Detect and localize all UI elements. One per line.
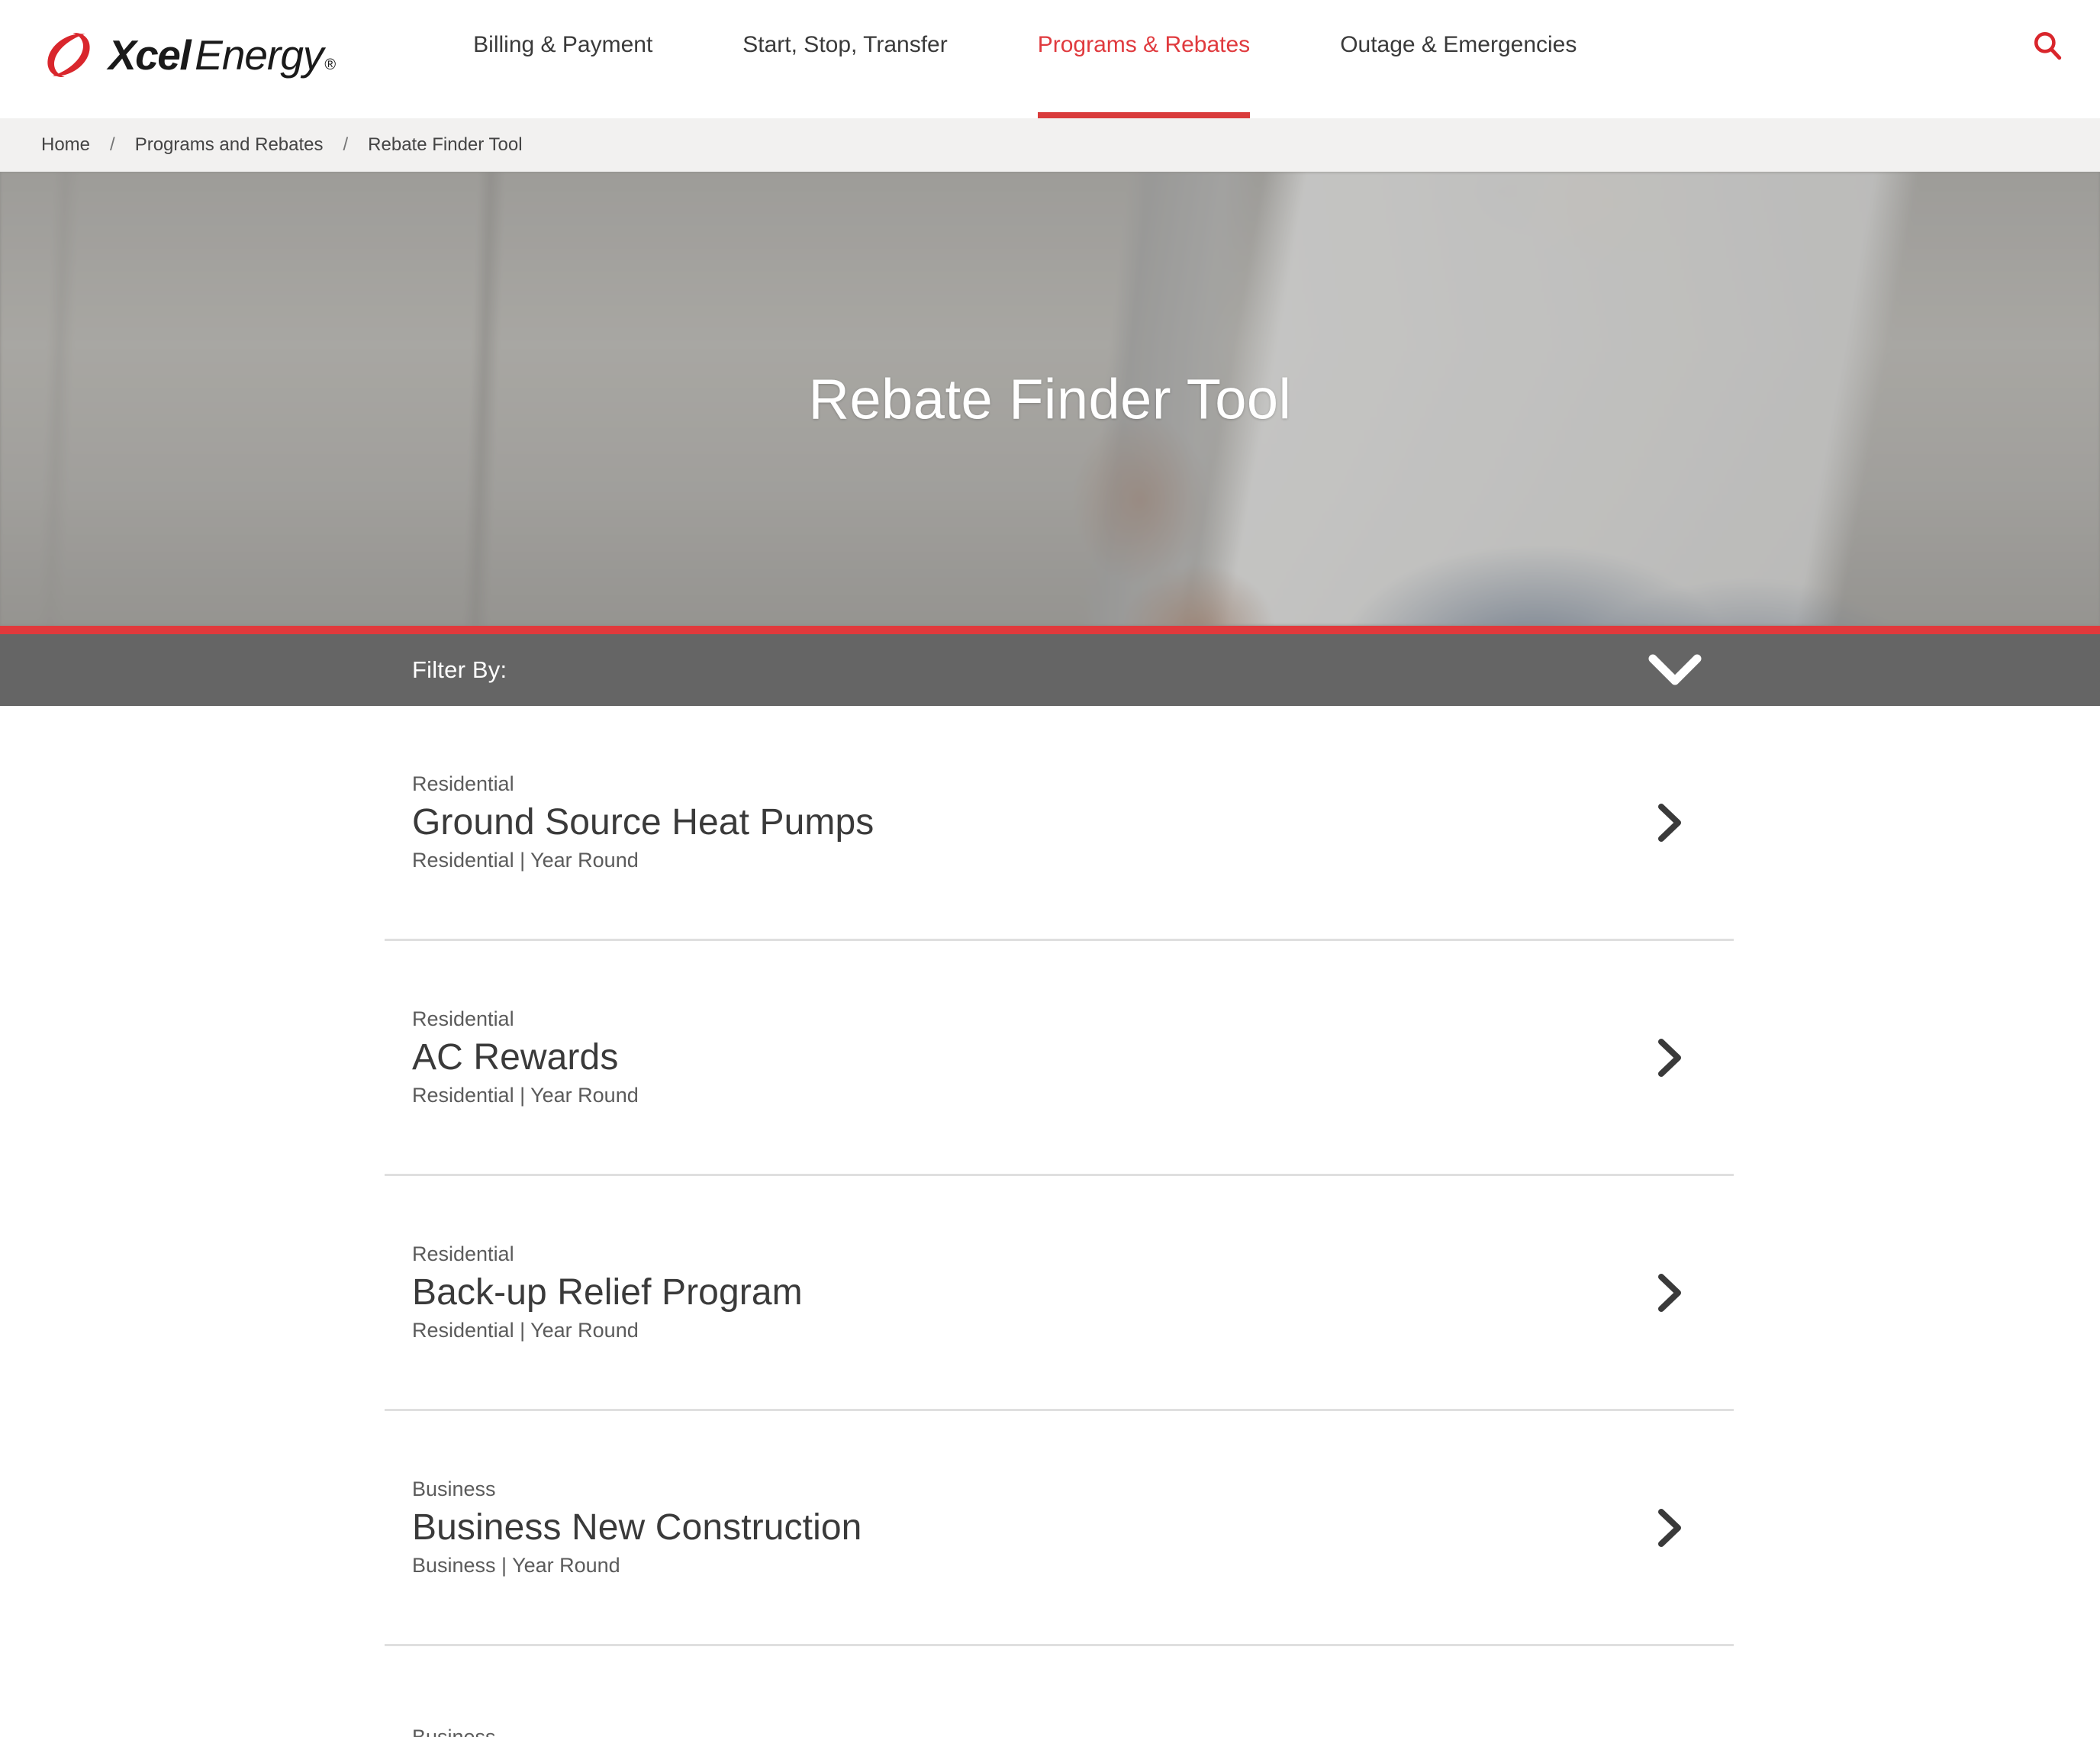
logo-word-energy: Energy	[195, 31, 324, 79]
site-header: Xcel Energy ® Billing & Payment Start, S…	[0, 0, 2100, 118]
logo-word-xcel: Xcel	[108, 31, 192, 79]
xcel-energy-swoosh-logo-icon	[40, 26, 98, 84]
breadcrumb-separator: /	[343, 134, 349, 155]
chevron-right-icon[interactable]	[1654, 1036, 1685, 1079]
list-item[interactable]: Residential Ground Source Heat Pumps Res…	[0, 706, 2100, 939]
nav-item-billing-payment[interactable]: Billing & Payment	[473, 0, 652, 118]
list-item[interactable]: Residential AC Rewards Residential | Yea…	[0, 941, 2100, 1174]
breadcrumb-item-rebate-finder-tool: Rebate Finder Tool	[368, 134, 523, 155]
logo-registered-mark: ®	[324, 56, 337, 73]
result-category: Residential	[412, 772, 514, 796]
rebate-results-list: Residential Ground Source Heat Pumps Res…	[0, 706, 2100, 1737]
list-item[interactable]: Residential Back-up Relief Program Resid…	[0, 1176, 2100, 1409]
result-meta: Residential | Year Round	[412, 849, 639, 872]
breadcrumb-item-home[interactable]: Home	[41, 134, 90, 156]
list-item[interactable]: Business Business New Construction Busin…	[0, 1411, 2100, 1644]
result-category: Residential	[412, 1242, 514, 1266]
nav-item-outage-emergencies[interactable]: Outage & Emergencies	[1340, 0, 1577, 118]
list-item[interactable]: Business Commercial Efficiency	[0, 1646, 2100, 1737]
breadcrumb-item-programs-and-rebates[interactable]: Programs and Rebates	[135, 134, 324, 156]
chevron-right-icon[interactable]	[1654, 1507, 1685, 1549]
result-title: Back-up Relief Program	[412, 1271, 803, 1313]
breadcrumb-separator: /	[110, 134, 115, 155]
result-title: Business New Construction	[412, 1507, 862, 1548]
chevron-down-icon[interactable]	[1648, 653, 1702, 688]
result-category: Residential	[412, 1007, 514, 1031]
logo-link[interactable]: Xcel Energy ®	[0, 0, 336, 90]
result-meta: Residential | Year Round	[412, 1319, 639, 1342]
result-meta: Business | Year Round	[412, 1554, 620, 1577]
nav-item-programs-rebates[interactable]: Programs & Rebates	[1037, 0, 1251, 118]
result-category: Business	[412, 1725, 496, 1737]
primary-nav: Billing & Payment Start, Stop, Transfer …	[336, 0, 2100, 118]
filter-by-bar[interactable]: Filter By:	[0, 634, 2100, 706]
result-meta: Residential | Year Round	[412, 1084, 639, 1107]
filter-bar-top-rule	[0, 626, 2100, 634]
nav-item-start-stop-transfer[interactable]: Start, Stop, Transfer	[742, 0, 947, 118]
chevron-right-icon[interactable]	[1654, 1271, 1685, 1314]
result-title: AC Rewards	[412, 1036, 619, 1078]
page-title: Rebate Finder Tool	[808, 367, 1292, 430]
breadcrumb: Home / Programs and Rebates / Rebate Fin…	[0, 118, 2100, 172]
filter-by-label: Filter By:	[412, 656, 507, 683]
search-icon[interactable]	[2031, 0, 2063, 118]
result-title: Ground Source Heat Pumps	[412, 801, 874, 843]
hero-banner: Rebate Finder Tool	[0, 172, 2100, 626]
chevron-right-icon[interactable]	[1654, 801, 1685, 844]
result-category: Business	[412, 1478, 496, 1501]
